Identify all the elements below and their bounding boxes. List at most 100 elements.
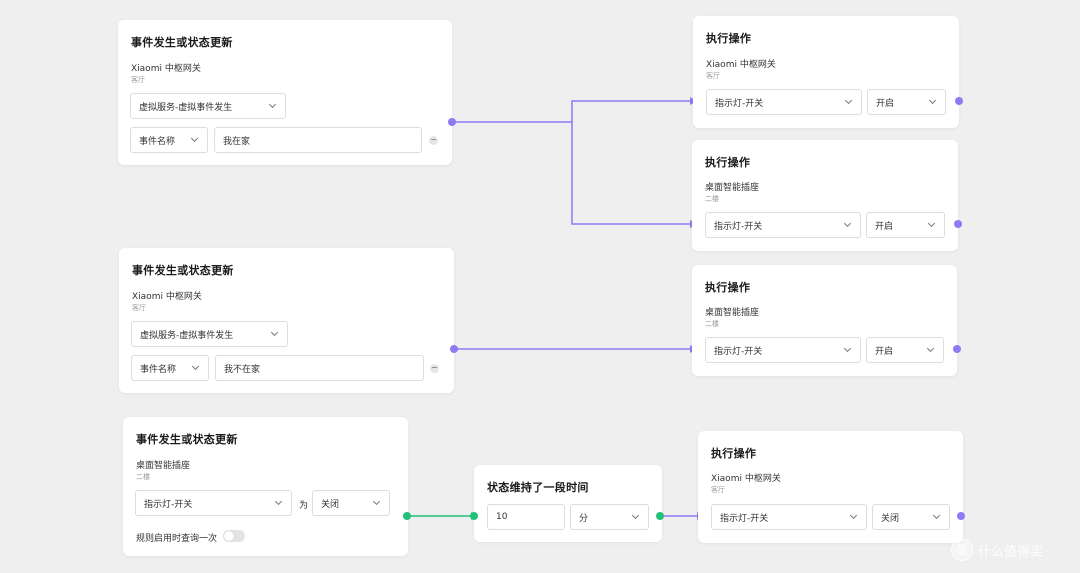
card-title: 状态维持了一段时间 — [487, 481, 589, 494]
event-select[interactable]: 虚拟服务-虚拟事件发生 — [131, 321, 288, 347]
value-select[interactable]: 关闭 — [872, 504, 950, 530]
param-select-value: 事件名称 — [140, 364, 177, 375]
output-port[interactable] — [656, 512, 664, 520]
trigger-card-3[interactable]: 事件发生或状态更新 桌面智能插座 二楼 指示灯-开关 为 关闭 规则启用时查询一… — [123, 417, 411, 556]
chevron-down-icon — [270, 328, 279, 337]
device-name: Xiaomi 中枢网关 — [132, 292, 202, 302]
param-value-text: 我不在家 — [224, 364, 261, 375]
card-title: 执行操作 — [705, 156, 751, 169]
chevron-down-icon — [190, 134, 199, 143]
duration-input[interactable]: 10 — [487, 504, 565, 530]
watermark-text: 什么值得买 — [978, 544, 1044, 560]
watermark: 值 什么值得买 — [951, 539, 1043, 561]
chevron-down-icon — [274, 497, 283, 506]
query-on-enable-toggle[interactable] — [223, 530, 245, 542]
property-select-value: 指示灯-开关 — [144, 499, 193, 510]
output-port[interactable] — [403, 512, 411, 520]
card-title: 执行操作 — [705, 281, 751, 294]
action-card-2[interactable]: 执行操作 桌面智能插座 二楼 指示灯-开关 开启 — [692, 140, 962, 251]
event-select-value: 虚拟服务-虚拟事件发生 — [140, 330, 234, 341]
device-name: Xiaomi 中枢网关 — [711, 474, 781, 484]
value-select-value: 开启 — [875, 221, 894, 232]
watermark-logo-icon: 值 — [951, 539, 973, 561]
device-room: 客厅 — [706, 72, 720, 80]
chevron-down-icon — [268, 100, 277, 109]
param-value-input[interactable]: 我不在家 — [215, 355, 424, 381]
chevron-down-icon — [372, 497, 381, 506]
chevron-down-icon — [849, 511, 858, 520]
card-title: 事件发生或状态更新 — [131, 36, 233, 49]
card-title: 事件发生或状态更新 — [132, 264, 234, 277]
device-room: 二楼 — [705, 195, 719, 203]
event-select[interactable]: 虚拟服务-虚拟事件发生 — [130, 93, 286, 119]
device-room: 客厅 — [711, 486, 725, 494]
chevron-down-icon — [843, 344, 852, 353]
device-room: 二楼 — [705, 320, 719, 328]
value-select-value: 开启 — [876, 98, 895, 109]
action-card-1[interactable]: 执行操作 Xiaomi 中枢网关 客厅 指示灯-开关 开启 — [693, 16, 963, 128]
property-select-value: 指示灯-开关 — [714, 346, 763, 357]
property-select[interactable]: 指示灯-开关 — [711, 504, 867, 530]
chevron-down-icon — [927, 219, 936, 228]
property-select-value: 指示灯-开关 — [714, 221, 763, 232]
is-label: 为 — [299, 501, 309, 511]
property-select[interactable]: 指示灯-开关 — [706, 89, 862, 115]
value-select[interactable]: 开启 — [867, 89, 946, 115]
duration-value: 10 — [496, 512, 508, 522]
chevron-down-icon — [932, 511, 941, 520]
device-name: 桌面智能插座 — [705, 183, 760, 193]
device-name: Xiaomi 中枢网关 — [706, 60, 776, 70]
action-card-4[interactable]: 执行操作 Xiaomi 中枢网关 客厅 指示灯-开关 关闭 — [698, 431, 965, 543]
device-room: 二楼 — [136, 473, 150, 481]
state-value-select[interactable]: 关闭 — [312, 490, 390, 516]
remove-param-button[interactable]: − — [429, 136, 438, 145]
output-port[interactable] — [448, 118, 456, 126]
property-select[interactable]: 指示灯-开关 — [135, 490, 292, 516]
property-select[interactable]: 指示灯-开关 — [705, 337, 861, 363]
wire-trigger1-to-action2 — [571, 122, 690, 225]
query-on-enable-label: 规则启用时查询一次 — [136, 534, 218, 544]
chevron-down-icon — [843, 219, 852, 228]
card-title: 执行操作 — [706, 32, 752, 45]
device-room: 客厅 — [132, 304, 146, 312]
state-value-select-value: 关闭 — [321, 499, 340, 510]
chevron-down-icon — [631, 511, 640, 520]
property-select-value: 指示灯-开关 — [720, 513, 769, 524]
device-room: 客厅 — [131, 76, 145, 84]
action-card-3[interactable]: 执行操作 桌面智能插座 二楼 指示灯-开关 开启 — [692, 265, 961, 376]
trigger-card-2[interactable]: 事件发生或状态更新 Xiaomi 中枢网关 客厅 虚拟服务-虚拟事件发生 事件名… — [119, 248, 458, 393]
unit-select-value: 分 — [579, 513, 589, 524]
duration-condition-card[interactable]: 状态维持了一段时间 10 分 — [470, 465, 664, 542]
input-port[interactable] — [470, 512, 478, 520]
output-port[interactable] — [953, 345, 961, 353]
output-port[interactable] — [954, 220, 962, 228]
chevron-down-icon — [191, 362, 200, 371]
param-value-text: 我在家 — [223, 136, 251, 147]
param-select[interactable]: 事件名称 — [131, 355, 209, 381]
unit-select[interactable]: 分 — [570, 504, 649, 530]
param-value-input[interactable]: 我在家 — [214, 127, 422, 153]
property-select[interactable]: 指示灯-开关 — [705, 212, 861, 238]
device-name: Xiaomi 中枢网关 — [131, 64, 201, 74]
card-title: 事件发生或状态更新 — [136, 433, 238, 446]
value-select-value: 关闭 — [881, 513, 900, 524]
param-select[interactable]: 事件名称 — [130, 127, 208, 153]
card-title: 执行操作 — [711, 447, 757, 460]
param-select-value: 事件名称 — [139, 136, 176, 147]
device-name: 桌面智能插座 — [705, 308, 760, 318]
property-select-value: 指示灯-开关 — [715, 98, 764, 109]
wire-trigger1-to-action1 — [452, 100, 690, 123]
device-name: 桌面智能插座 — [136, 461, 191, 471]
toggle-knob — [224, 531, 234, 541]
value-select[interactable]: 开启 — [866, 212, 945, 238]
chevron-down-icon — [928, 96, 937, 105]
output-port[interactable] — [450, 345, 458, 353]
output-port[interactable] — [955, 97, 963, 105]
chevron-down-icon — [844, 96, 853, 105]
remove-param-button[interactable]: − — [430, 364, 439, 373]
trigger-card-1[interactable]: 事件发生或状态更新 Xiaomi 中枢网关 客厅 虚拟服务-虚拟事件发生 事件名… — [118, 20, 456, 165]
chevron-down-icon — [926, 344, 935, 353]
event-select-value: 虚拟服务-虚拟事件发生 — [139, 102, 233, 113]
value-select[interactable]: 开启 — [866, 337, 944, 363]
output-port[interactable] — [957, 512, 965, 520]
